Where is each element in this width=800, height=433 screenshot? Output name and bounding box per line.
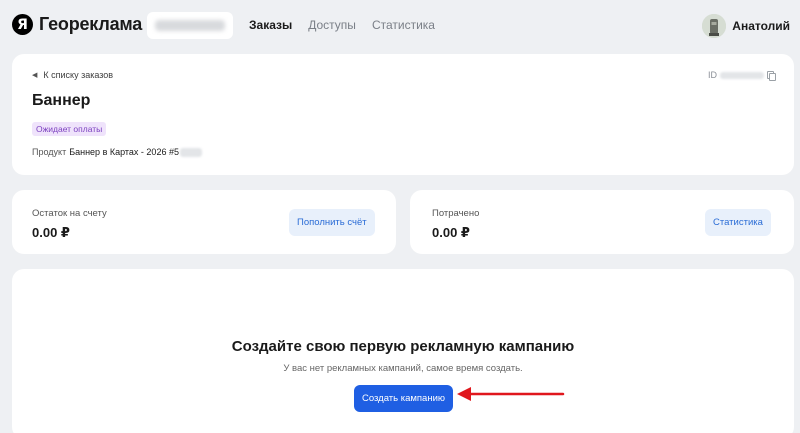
order-id: ID [708,70,776,81]
spent-value: 0.00 ₽ [432,225,470,240]
organization-name-redacted [155,20,225,31]
user-name: Анатолий [732,19,790,33]
status-badge: Ожидает оплаты [32,122,107,136]
user-menu[interactable]: Анатолий [702,14,790,38]
back-to-orders-link[interactable]: ◀ К списку заказов [32,70,113,80]
product-value: Баннер в Картах - 2026 #5 [69,147,179,157]
top-header: Я Геореклама Заказы Доступы Статистика А… [0,0,800,50]
top-up-button[interactable]: Пополнить счёт [289,209,375,236]
back-arrow-icon: ◀ [32,72,38,79]
order-card: ◀ К списку заказов ID Баннер Ожидает опл… [12,54,794,175]
page-title: Баннер [32,92,91,109]
order-id-redacted [720,71,764,79]
app-title: Геореклама [39,14,143,34]
balance-card: Остаток на счету 0.00 ₽ Пополнить счёт [12,190,396,254]
nav-orders[interactable]: Заказы [249,18,292,32]
empty-state-title: Создайте свою первую рекламную кампанию [231,338,575,355]
organization-selector[interactable] [147,12,233,39]
copy-icon[interactable] [767,71,776,81]
product-number-redacted [179,147,202,157]
empty-state-subtitle: У вас нет рекламных кампаний, самое врем… [283,363,523,374]
spent-card: Потрачено 0.00 ₽ Статистика [410,190,794,254]
back-link-label: К списку заказов [43,70,114,80]
nav-access[interactable]: Доступы [308,18,356,32]
main-nav: Заказы Доступы Статистика [249,18,435,32]
product-info: Продукт Баннер в Картах - 2026 #5 [32,147,202,157]
avatar-icon [702,14,727,38]
yandex-logo-icon: Я [12,14,33,35]
product-label: Продукт [32,147,67,157]
order-id-label: ID [708,70,717,80]
statistics-button[interactable]: Статистика [705,209,771,236]
red-arrow-annotation-icon [457,387,565,401]
nav-statistics[interactable]: Статистика [372,18,435,32]
balance-value: 0.00 ₽ [32,225,70,240]
app-logo[interactable]: Я Геореклама [12,14,142,35]
spent-label: Потрачено [432,208,480,219]
create-campaign-button[interactable]: Создать кампанию [354,385,453,412]
empty-campaigns-card: Создайте свою первую рекламную кампанию … [12,269,794,433]
balance-label: Остаток на счету [32,208,107,219]
